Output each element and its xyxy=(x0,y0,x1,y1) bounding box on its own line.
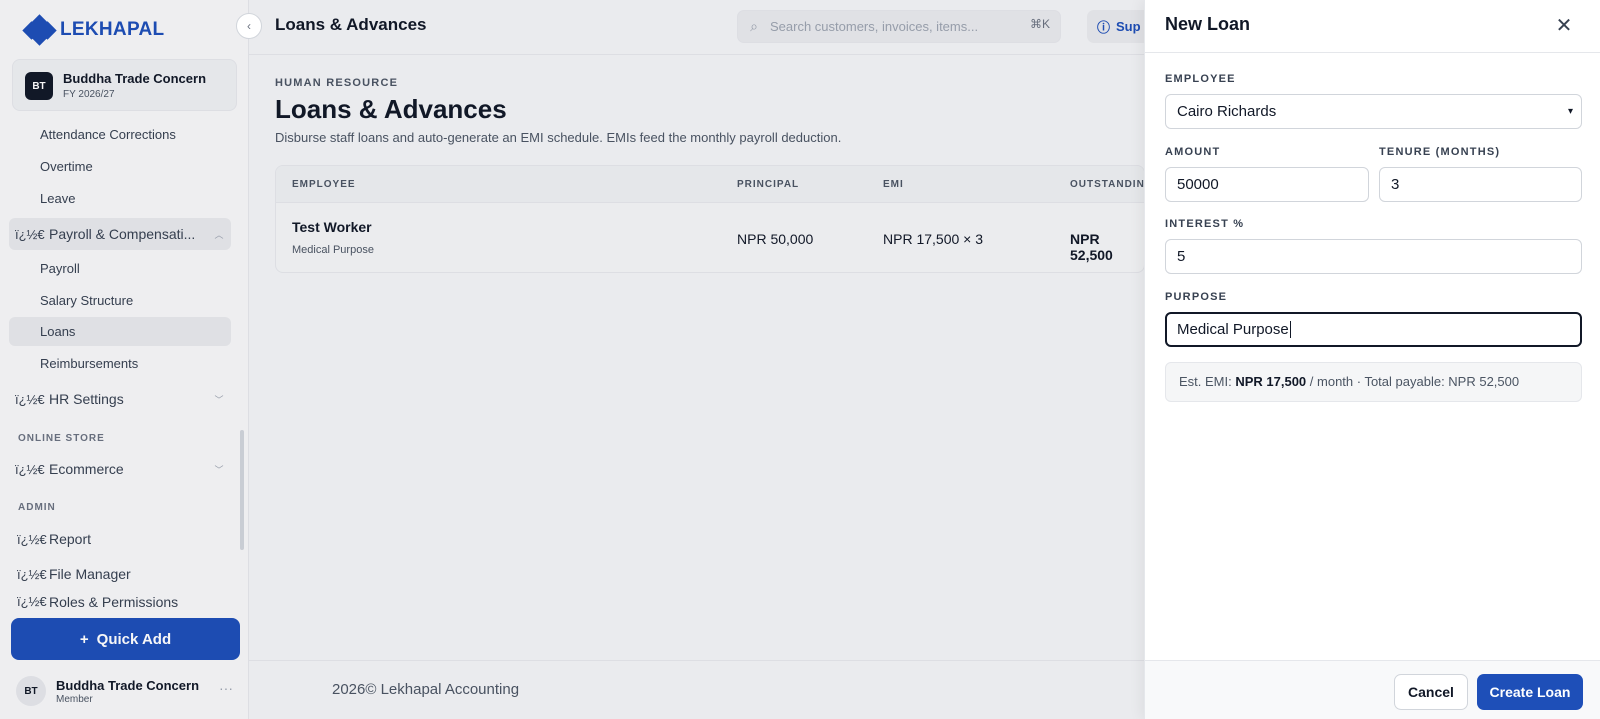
amount-field[interactable]: 50000 xyxy=(1165,167,1369,202)
purpose-field[interactable]: Medical Purpose xyxy=(1165,312,1582,347)
close-icon: ✕ xyxy=(1555,14,1573,37)
chevron-down-icon: ▾ xyxy=(1567,106,1573,117)
close-button[interactable]: ✕ xyxy=(1549,10,1579,40)
interest-label: INTEREST % xyxy=(1165,218,1245,230)
drawer-title: New Loan xyxy=(1165,14,1251,34)
modal-backdrop[interactable] xyxy=(0,0,1144,719)
chevron-left-icon: ‹ xyxy=(247,19,251,33)
employee-label: EMPLOYEE xyxy=(1165,73,1236,85)
tenure-field[interactable]: 3 xyxy=(1379,167,1582,202)
emi-estimate: Est. EMI: NPR 17,500 / month · Total pay… xyxy=(1165,362,1582,402)
tenure-label: TENURE (MONTHS) xyxy=(1379,146,1501,158)
text-cursor xyxy=(1289,321,1291,338)
drawer-header: New Loan ✕ xyxy=(1145,0,1600,53)
interest-field[interactable]: 5 xyxy=(1165,239,1582,274)
collapse-sidebar-button[interactable]: ‹ xyxy=(236,13,262,39)
drawer-footer: Cancel Create Loan xyxy=(1145,660,1600,719)
cancel-button[interactable]: Cancel xyxy=(1394,674,1468,710)
purpose-label: PURPOSE xyxy=(1165,291,1228,303)
employee-select[interactable]: Cairo Richards ▾ xyxy=(1165,94,1582,129)
amount-label: AMOUNT xyxy=(1165,146,1221,158)
emi-estimate-value: NPR 17,500 xyxy=(1235,374,1307,389)
create-loan-button[interactable]: Create Loan xyxy=(1477,674,1583,710)
new-loan-drawer: New Loan ✕ EMPLOYEE Cairo Richards ▾ AMO… xyxy=(1144,0,1600,719)
